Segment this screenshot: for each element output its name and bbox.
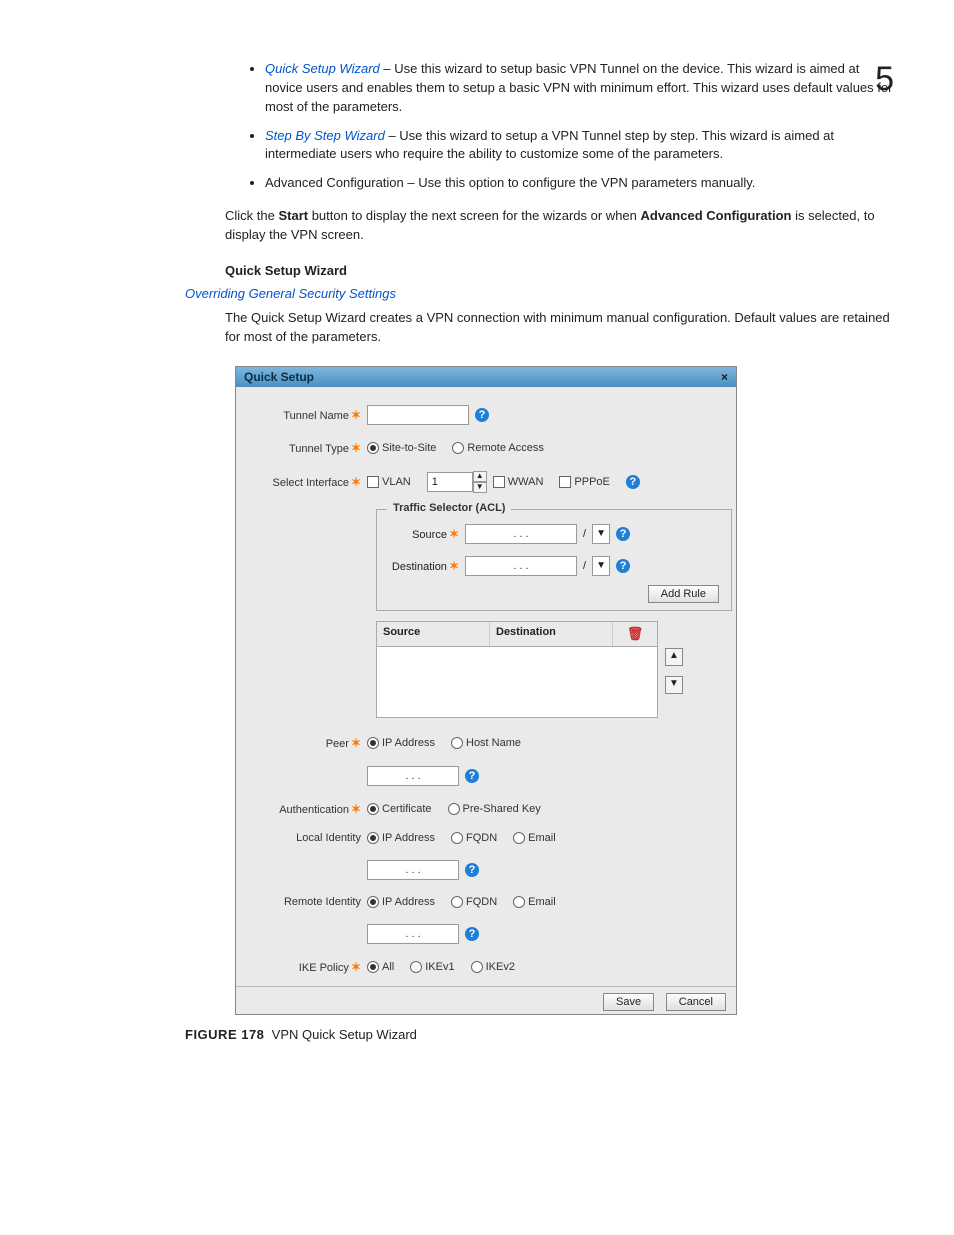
local-id-input[interactable]: . . . [367, 860, 459, 880]
quick-setup-dialog: Quick Setup × Tunnel Name✶ ? Tunnel Type… [235, 366, 737, 1015]
figure-caption: FIGURE 178 VPN Quick Setup Wizard [185, 1027, 894, 1042]
tunnel-name-label: Tunnel Name✶ [256, 408, 361, 422]
radio-site-to-site[interactable]: Site-to-Site [367, 442, 436, 454]
peer-label: Peer✶ [256, 736, 361, 750]
help-icon[interactable]: ? [616, 527, 630, 541]
save-button[interactable]: Save [603, 993, 654, 1011]
destination-label: Destination✶ [389, 559, 459, 573]
help-icon[interactable]: ? [626, 475, 640, 489]
help-icon[interactable]: ? [616, 559, 630, 573]
spinner-up-icon[interactable]: ▲ [473, 471, 487, 482]
radio-auth-cert[interactable]: Certificate [367, 803, 432, 815]
remote-identity-label: Remote Identity [256, 896, 361, 908]
required-star: ✶ [351, 408, 361, 422]
spinner-down-icon[interactable]: ▼ [473, 482, 487, 493]
bullet-2: Step By Step Wizard – Use this wizard to… [265, 127, 894, 165]
bullet-list: Quick Setup Wizard – Use this wizard to … [225, 60, 894, 193]
close-icon[interactable]: × [721, 370, 728, 384]
overriding-link[interactable]: Overriding General Security Settings [185, 286, 894, 301]
step-by-step-link[interactable]: Step By Step Wizard [265, 128, 385, 143]
fieldset-legend: Traffic Selector (ACL) [387, 502, 511, 514]
radio-remote-access[interactable]: Remote Access [452, 442, 543, 454]
paragraph-start: Click the Start button to display the ne… [225, 207, 894, 245]
move-up-icon[interactable]: ▲ [665, 648, 683, 666]
slash: / [583, 528, 586, 540]
help-icon[interactable]: ? [465, 927, 479, 941]
radio-auth-psk[interactable]: Pre-Shared Key [448, 803, 541, 815]
dialog-title-text: Quick Setup [244, 370, 314, 384]
radio-peer-host[interactable]: Host Name [451, 737, 521, 749]
help-icon[interactable]: ? [475, 408, 489, 422]
pppoe-checkbox[interactable]: PPPoE [559, 476, 609, 488]
radio-remoteid-fqdn[interactable]: FQDN [451, 896, 497, 908]
source-label: Source✶ [389, 527, 459, 541]
dialog-titlebar: Quick Setup × [236, 367, 736, 387]
cancel-button[interactable]: Cancel [666, 993, 726, 1011]
radio-localid-fqdn[interactable]: FQDN [451, 832, 497, 844]
paragraph-2: The Quick Setup Wizard creates a VPN con… [225, 309, 894, 347]
tunnel-type-label: Tunnel Type✶ [256, 441, 361, 455]
destination-ip-input[interactable]: . . . [465, 556, 577, 576]
tunnel-name-input[interactable] [367, 405, 469, 425]
dialog-footer: Save Cancel [236, 986, 736, 1014]
radio-remoteid-email[interactable]: Email [513, 896, 556, 908]
vlan-spinner[interactable]: 1 ▲▼ [427, 471, 487, 493]
remote-id-input[interactable]: . . . [367, 924, 459, 944]
help-icon[interactable]: ? [465, 863, 479, 877]
radio-ike-v1[interactable]: IKEv1 [410, 961, 454, 973]
grid-col-source: Source [377, 622, 490, 646]
rules-grid: Source Destination 🗑 ▲ ▼ [376, 621, 658, 718]
auth-label: Authentication✶ [256, 802, 361, 816]
wwan-checkbox[interactable]: WWAN [493, 476, 544, 488]
radio-localid-email[interactable]: Email [513, 832, 556, 844]
bullet-3-text: Advanced Configuration – Use this option… [265, 175, 755, 190]
trash-icon[interactable]: 🗑 [613, 622, 657, 646]
page-number: 5 [875, 60, 894, 99]
radio-peer-ip[interactable]: IP Address [367, 737, 435, 749]
radio-localid-ip[interactable]: IP Address [367, 832, 435, 844]
source-mask-dropdown[interactable]: ▼ [592, 524, 610, 544]
destination-mask-dropdown[interactable]: ▼ [592, 556, 610, 576]
slash: / [583, 560, 586, 572]
move-down-icon[interactable]: ▼ [665, 676, 683, 694]
ike-policy-label: IKE Policy✶ [256, 960, 361, 974]
grid-body [377, 647, 657, 717]
source-ip-input[interactable]: . . . [465, 524, 577, 544]
radio-remoteid-ip[interactable]: IP Address [367, 896, 435, 908]
quick-setup-link[interactable]: Quick Setup Wizard [265, 61, 380, 76]
section-heading: Quick Setup Wizard [225, 263, 894, 278]
radio-ike-all[interactable]: All [367, 961, 394, 973]
bullet-1: Quick Setup Wizard – Use this wizard to … [265, 60, 894, 117]
bullet-3: Advanced Configuration – Use this option… [265, 174, 894, 193]
add-rule-button[interactable]: Add Rule [648, 585, 719, 603]
vlan-checkbox[interactable]: VLAN [367, 476, 411, 488]
peer-ip-input[interactable]: . . . [367, 766, 459, 786]
help-icon[interactable]: ? [465, 769, 479, 783]
local-identity-label: Local Identity [256, 832, 361, 844]
grid-col-destination: Destination [490, 622, 613, 646]
traffic-selector-fieldset: Traffic Selector (ACL) Source✶ . . . / ▼… [376, 509, 732, 611]
select-interface-label: Select Interface✶ [256, 475, 361, 489]
radio-ike-v2[interactable]: IKEv2 [471, 961, 515, 973]
